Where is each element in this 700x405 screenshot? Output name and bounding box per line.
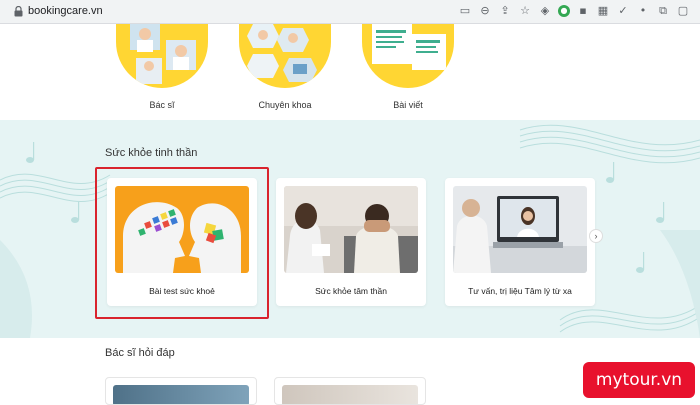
doctor-category-image [116, 24, 208, 88]
mental-health-title: Sức khỏe tinh thần [105, 147, 198, 159]
url-text[interactable]: bookingcare.vn [28, 5, 103, 17]
category-label-doctor: Bác sĩ [149, 100, 175, 110]
card-label-mental-health: Sức khỏe tâm thần [315, 286, 387, 296]
qa-card[interactable] [105, 377, 257, 405]
card-remote-therapy[interactable]: Tư vấn, trị liệu Tâm lý từ xa [445, 178, 595, 306]
category-specialty[interactable]: Chuyên khoa [235, 24, 335, 110]
star-icon[interactable]: ☆ [518, 4, 532, 18]
category-doctor[interactable]: Bác sĩ [112, 24, 212, 110]
zoom-icon[interactable]: ⊖ [478, 4, 492, 18]
doctor-qa-title: Bác sĩ hỏi đáp [105, 347, 175, 359]
browser-address-bar[interactable]: bookingcare.vn ▭ ⊖ ⇪ ☆ ◈ ● ▪ ▦ ✓ • ⧉ ▢ [0, 0, 700, 24]
mental-health-image [284, 186, 418, 273]
share-icon[interactable]: ⇪ [498, 4, 512, 18]
browser-toolbar-icons: ▭ ⊖ ⇪ ☆ ◈ ● ▪ ▦ ✓ • ⧉ ▢ [458, 4, 690, 18]
qa-card-image [282, 385, 418, 404]
highlight-box [95, 167, 269, 319]
category-label-article: Bài viết [393, 100, 423, 110]
card-label-remote-therapy: Tư vấn, trị liệu Tâm lý từ xa [468, 286, 572, 296]
specialty-category-image [239, 24, 331, 88]
screen-cast-icon[interactable]: ▭ [458, 4, 472, 18]
puzzle-icon[interactable]: ⧉ [656, 4, 670, 18]
green-extension-icon[interactable]: ● [558, 5, 570, 17]
check-icon[interactable]: ✓ [616, 4, 630, 18]
watermark-logo: mytour.vn [583, 362, 695, 398]
window-icon[interactable]: ▢ [676, 4, 690, 18]
shield-extension-icon[interactable]: ◈ [538, 4, 552, 18]
qa-card-image [113, 385, 249, 404]
grey-dot-icon[interactable]: • [636, 4, 650, 18]
qa-card[interactable] [274, 377, 426, 405]
carousel-next-button[interactable]: › [589, 229, 603, 243]
card-mental-health[interactable]: Sức khỏe tâm thần [276, 178, 426, 306]
category-article[interactable]: Bài viết [358, 24, 458, 110]
article-category-image [362, 24, 454, 88]
category-label-specialty: Chuyên khoa [258, 100, 312, 110]
calendar-extension-icon[interactable]: ▦ [596, 4, 610, 18]
lock-icon [14, 6, 23, 17]
remote-therapy-image [453, 186, 587, 273]
extension-icon[interactable]: ▪ [576, 4, 590, 18]
chevron-right-icon: › [594, 231, 598, 241]
